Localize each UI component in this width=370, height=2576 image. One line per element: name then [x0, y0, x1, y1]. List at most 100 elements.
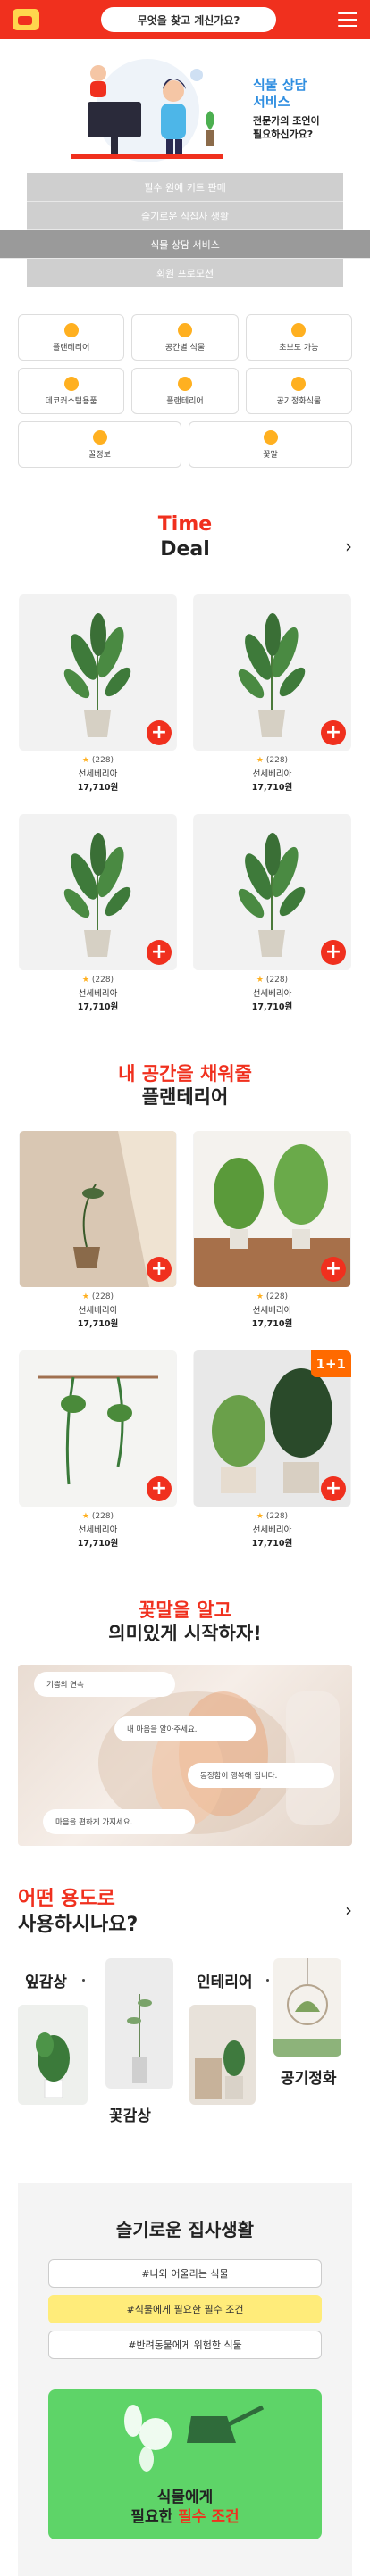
product-card[interactable]: 1+1 + ★ (228) 선세베리아 17,710원: [193, 1350, 351, 1549]
product-rating: ★ (228): [256, 1511, 289, 1521]
category-tips[interactable]: 꿀정보: [18, 421, 181, 468]
flower-icon: [63, 376, 79, 391]
product-card[interactable]: + ★ (228) 선세베리아 17,710원: [19, 1350, 177, 1549]
tag-essential-conditions[interactable]: #식물에게 필요한 필수 조건: [48, 2295, 322, 2323]
usage-image-leaf[interactable]: [18, 2005, 88, 2105]
tag-pet-danger[interactable]: #반려동물에게 위험한 식물: [48, 2331, 322, 2359]
product-rating: ★ (228): [81, 976, 114, 985]
product-name: 선세베리아: [252, 1525, 292, 1535]
chevron-right-icon[interactable]: ›: [345, 1899, 352, 1921]
consultant-illustration: [71, 59, 223, 162]
usage-header: 어떤 용도로 사용하시나요? ›: [0, 1887, 370, 1940]
product-name: 선세베리아: [252, 989, 292, 999]
product-name: 선세베리아: [78, 989, 118, 999]
product-image[interactable]: +: [193, 594, 351, 751]
menu-item-consult[interactable]: 식물 상담 서비스: [0, 230, 370, 259]
usage-label-flower[interactable]: 꽃감상: [109, 2103, 151, 2125]
search-input[interactable]: 무엇을 찾고 계신가요?: [101, 7, 276, 32]
category-beginner[interactable]: 초보도 가능: [245, 314, 352, 361]
product-card[interactable]: + ★ (228) 선세베리아 17,710원: [193, 1130, 351, 1329]
tag-matching-plant[interactable]: #나와 어울리는 식물: [48, 2259, 322, 2288]
chat-bubble: 마음을 편하게 가지세요.: [43, 1809, 195, 1834]
add-to-cart-button[interactable]: +: [321, 940, 346, 965]
product-card[interactable]: + ★ (228) 선세베리아 17,710원: [19, 1130, 177, 1329]
product-price: 17,710원: [77, 1318, 119, 1329]
star-icon: ★: [81, 756, 89, 765]
hero-banner[interactable]: 식물 상담 서비스 전문가의 조언이 필요하신가요?: [0, 39, 370, 173]
flower-chat-banner[interactable]: 기쁨의 연속 내 마음을 알아주세요. 동정함이 행복해 집니다. 마음을 편하…: [18, 1665, 352, 1846]
flower-language-section: 꽃말을 알고 의미있게 시작하자! 기쁨의 연속 내 마음을 알아주세요. 동정함…: [0, 1599, 370, 1846]
separator-dot: [82, 1979, 85, 1982]
time-deal-title-red: Time: [157, 513, 213, 536]
category-deco[interactable]: 데코커스텀용품: [18, 368, 125, 414]
star-icon: ★: [256, 1511, 264, 1521]
product-image[interactable]: +: [19, 594, 177, 751]
product-image[interactable]: +: [193, 1130, 351, 1287]
category-flower-language[interactable]: 꽃말: [189, 421, 352, 468]
product-image[interactable]: +: [19, 1130, 177, 1287]
product-price: 17,710원: [251, 1538, 293, 1549]
product-name: 선세베리아: [78, 769, 118, 779]
category-air[interactable]: 공기정화식물: [245, 368, 352, 414]
add-to-cart-button[interactable]: +: [321, 720, 346, 745]
chat-bubble: 동정함이 행복해 집니다.: [188, 1763, 334, 1788]
add-to-cart-button[interactable]: +: [147, 720, 172, 745]
promo-text: 식물에게 필요한 필수 조건: [130, 2489, 240, 2527]
plant-life-section: 슬기로운 집사생활 #나와 어울리는 식물 #식물에게 필요한 필수 조건 #반…: [18, 2183, 352, 2576]
bouquet-icon: [263, 429, 278, 445]
usage-image-flower[interactable]: [105, 1958, 173, 2089]
time-deal-grid: + ★ (228) 선세베리아 17,710원 + ★ (228) 선세베리아 17,710원…: [0, 573, 370, 1012]
hero-title: 식물 상담 서비스: [253, 77, 307, 110]
watering-can-icon: [291, 322, 307, 337]
usage-title: 사용하시나요?: [18, 1913, 139, 1936]
add-to-cart-button[interactable]: +: [147, 940, 172, 965]
category-planterior[interactable]: 플랜테리어: [18, 314, 125, 361]
usage-cards: 잎감상 꽃감상 인테리어 공기정화: [0, 1958, 370, 2155]
planterior-section: 내 공간을 채워줄 플랜테리어 + ★ (228) 선세베리아 17,710원 + ★ (2…: [0, 1062, 370, 1549]
category-space[interactable]: 공간별 식물: [131, 314, 239, 361]
product-rating: ★ (228): [256, 1292, 289, 1301]
plant-life-title: 슬기로운 집사생활: [115, 2219, 255, 2240]
add-to-cart-button[interactable]: +: [321, 1256, 346, 1282]
logo-icon[interactable]: [13, 9, 39, 30]
menu-item-kit[interactable]: 필수 원예 키트 판매: [27, 173, 343, 202]
product-card[interactable]: + ★ (228) 선세베리아 17,710원: [19, 814, 177, 1012]
product-image[interactable]: 1+1 +: [193, 1350, 351, 1507]
product-image[interactable]: +: [193, 814, 351, 970]
chat-bubble: 기쁨의 연속: [34, 1672, 175, 1697]
product-name: 선세베리아: [252, 1305, 292, 1316]
product-name: 선세베리아: [252, 769, 292, 779]
watering-can-illustration: [124, 2405, 265, 2472]
product-name: 선세베리아: [78, 1525, 118, 1535]
bulb-icon: [92, 429, 107, 445]
time-deal-title: Deal: [160, 537, 210, 561]
category-grid-2: 꿀정보 꽃말: [0, 414, 370, 468]
product-image[interactable]: +: [19, 814, 177, 970]
flower-title-red: 꽃말을 알고: [139, 1599, 231, 1621]
product-card[interactable]: + ★ (228) 선세베리아 17,710원: [193, 594, 351, 793]
usage-image-air[interactable]: [273, 1958, 341, 2057]
star-icon: ★: [81, 1292, 89, 1301]
product-card[interactable]: + ★ (228) 선세베리아 17,710원: [193, 814, 351, 1012]
chevron-right-icon[interactable]: ›: [345, 536, 352, 557]
add-to-cart-button[interactable]: +: [147, 1475, 172, 1501]
menu-icon[interactable]: [338, 12, 357, 27]
page: 무엇을 찾고 계신가요? 식물 상담 서비스 전문가의 조언이 필요하신가요? 필수…: [0, 0, 370, 2576]
product-image[interactable]: +: [19, 1350, 177, 1507]
planterior-grid: + ★ (228) 선세베리아 17,710원 + ★ (228) 선세베리아 17,710원…: [0, 1109, 370, 1549]
add-to-cart-button[interactable]: +: [321, 1475, 346, 1501]
menu-item-promotion[interactable]: 회원 프로모션: [27, 259, 343, 287]
product-rating: ★ (228): [256, 756, 289, 765]
usage-label-leaf[interactable]: 잎감상: [25, 1969, 67, 1991]
add-to-cart-button[interactable]: +: [147, 1256, 172, 1282]
usage-label-air[interactable]: 공기정화: [281, 2065, 337, 2088]
essential-conditions-banner[interactable]: 식물에게 필요한 필수 조건: [48, 2389, 322, 2539]
usage-image-interior[interactable]: [189, 2005, 256, 2105]
menu-item-life[interactable]: 슬기로운 식집사 생활: [27, 202, 343, 230]
planterior-title-red: 내 공간을 채워줄: [118, 1063, 252, 1084]
category-planterior-2[interactable]: 플랜테리어: [131, 368, 239, 414]
usage-label-interior[interactable]: 인테리어: [197, 1969, 253, 1991]
star-icon: ★: [256, 1292, 264, 1301]
product-rating: ★ (228): [256, 976, 289, 985]
product-card[interactable]: + ★ (228) 선세베리아 17,710원: [19, 594, 177, 793]
